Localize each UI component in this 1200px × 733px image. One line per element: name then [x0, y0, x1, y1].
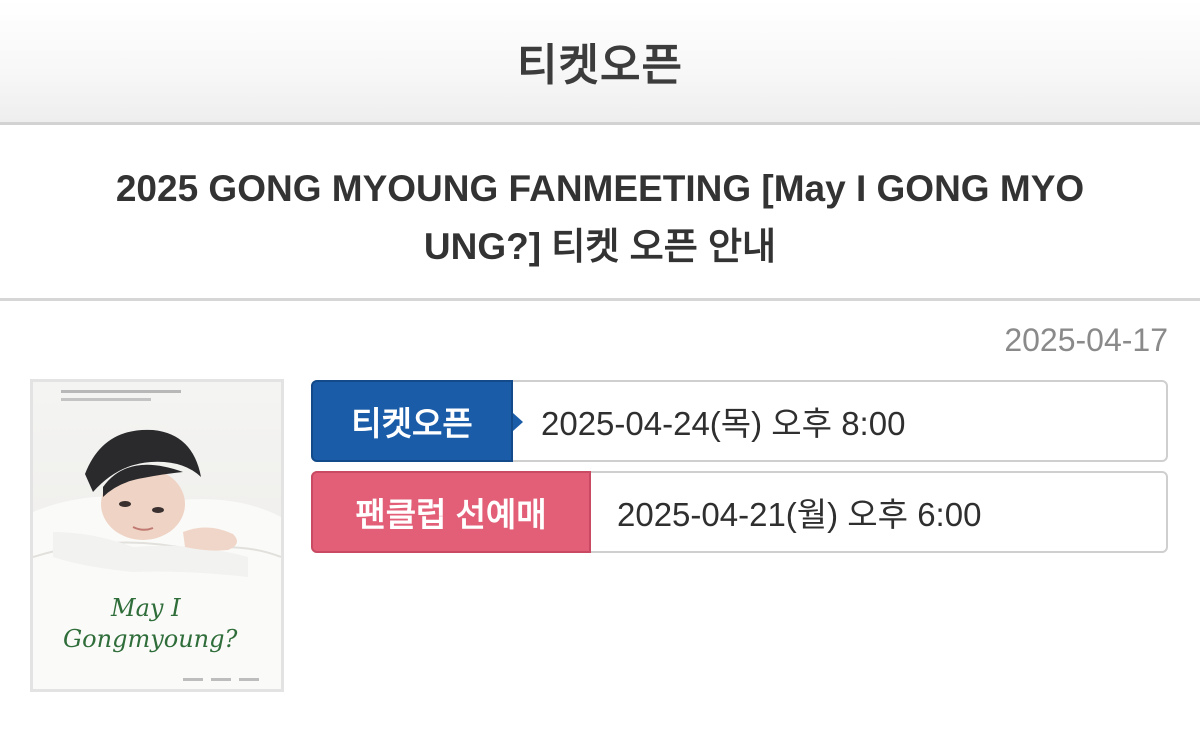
ticket-open-datetime: 2025-04-24(목) 오후 8:00 [541, 405, 906, 442]
event-title: 2025 GONG MYOUNG FANMEETING [May I GONG … [30, 160, 1170, 276]
poster-image: May I Gongmyoung? [33, 382, 281, 689]
poster-script-line-1: May I [110, 594, 181, 622]
event-poster[interactable]: May I Gongmyoung? [30, 379, 284, 692]
fanclub-presale-datetime: 2025-04-21(월) 오후 6:00 [617, 496, 982, 533]
section-divider [0, 298, 1200, 301]
header-title: 티켓오픈 [517, 41, 683, 90]
fanclub-presale-badge: 팬클럽 선예매 [311, 471, 591, 553]
schedule-row-fanclub-presale: 팬클럽 선예매 2025-04-21(월) 오후 6:00 [311, 471, 1168, 553]
post-date: 2025-04-17 [1004, 322, 1168, 358]
poster-script-line-2: Gongmyoung? [63, 625, 237, 653]
event-title-line-1: 2025 GONG MYOUNG FANMEETING [May I GONG … [115, 168, 1085, 209]
event-title-line-2: UNG?] 티켓 오픈 안내 [423, 226, 777, 267]
schedule-row-ticket-open: 티켓오픈 2025-04-24(목) 오후 8:00 [311, 380, 1168, 462]
ticket-open-badge: 티켓오픈 [311, 380, 523, 462]
page-header: 티켓오픈 [0, 0, 1200, 125]
